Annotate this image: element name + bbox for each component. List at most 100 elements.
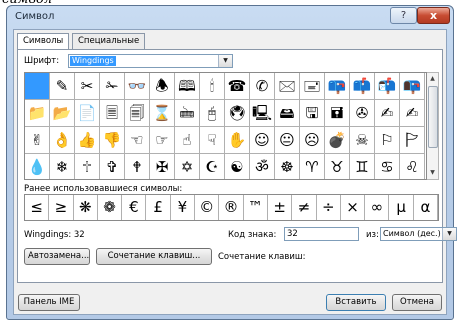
- symbol-cell[interactable]: ✎: [50, 73, 75, 100]
- ime-panel-button[interactable]: Панель IME: [18, 294, 80, 311]
- symbol-cell[interactable]: 🕭: [150, 73, 175, 100]
- symbol-cell[interactable]: 🖬: [325, 100, 350, 127]
- symbol-cell[interactable]: ☸: [275, 154, 300, 179]
- symbol-cell[interactable]: ✆: [250, 73, 275, 100]
- symbol-cell[interactable]: ♋: [375, 154, 400, 179]
- cancel-button[interactable]: Отмена: [392, 294, 442, 311]
- recent-symbol-cell[interactable]: ≤: [25, 195, 50, 220]
- symbol-cell[interactable]: ✋: [225, 127, 250, 154]
- symbol-cell[interactable]: ☟: [200, 127, 225, 154]
- recent-symbol-cell[interactable]: ❋: [74, 195, 98, 220]
- symbol-cell[interactable]: 📂: [50, 100, 75, 127]
- recent-symbol-cell[interactable]: µ: [390, 195, 414, 220]
- recent-symbol-cell[interactable]: ×: [341, 195, 366, 220]
- scroll-up-icon[interactable]: ▲: [427, 73, 438, 85]
- symbol-cell[interactable]: ✠: [150, 154, 175, 179]
- symbol-cell[interactable]: ☎: [225, 73, 250, 100]
- symbol-cell[interactable]: ॐ: [250, 154, 275, 179]
- symbol-cell[interactable]: 📫: [350, 73, 375, 100]
- recent-symbol-cell[interactable]: €: [122, 195, 147, 220]
- symbol-cell[interactable]: 🏱: [400, 127, 425, 154]
- recent-symbol-cell[interactable]: £: [147, 195, 171, 220]
- symbol-cell[interactable]: 👍: [75, 127, 100, 154]
- symbol-cell[interactable]: 👓: [125, 73, 150, 100]
- symbol-cell[interactable]: 🖳: [250, 100, 275, 127]
- symbol-cell[interactable]: ✂: [75, 73, 100, 100]
- tab-symbols[interactable]: Символы: [17, 33, 70, 50]
- symbol-cell[interactable]: 📄: [75, 100, 100, 127]
- symbol-cell-selected[interactable]: [25, 73, 50, 100]
- tab-special-chars[interactable]: Специальные знаки: [72, 33, 146, 61]
- symbol-name: Wingdings: 32: [24, 230, 85, 240]
- symbol-cell[interactable]: 💣: [325, 127, 350, 154]
- recent-symbol-cell[interactable]: ¥: [171, 195, 196, 220]
- symbol-cell[interactable]: 🕆: [75, 154, 100, 179]
- font-select[interactable]: Wingdings ▼: [68, 54, 233, 68]
- symbol-cell[interactable]: ☪: [200, 154, 225, 179]
- symbol-cell[interactable]: 🖫: [300, 100, 325, 127]
- symbol-cell[interactable]: 📪: [325, 73, 350, 100]
- symbol-cell[interactable]: ✞: [100, 154, 125, 179]
- symbol-cell[interactable]: 📁: [25, 100, 50, 127]
- char-code-input[interactable]: 32: [284, 227, 359, 241]
- symbol-cell[interactable]: ☠: [350, 127, 375, 154]
- symbol-cell[interactable]: ♈: [300, 154, 325, 179]
- symbol-cell[interactable]: ✁: [100, 73, 125, 100]
- symbol-cell[interactable]: ⌛: [150, 100, 175, 127]
- help-button[interactable]: ?: [390, 7, 417, 24]
- symbol-cell[interactable]: 🗐: [125, 100, 150, 127]
- symbol-cell[interactable]: ⚐: [375, 127, 400, 154]
- symbol-cell[interactable]: ☹: [300, 127, 325, 154]
- recent-symbol-cell[interactable]: ≥: [49, 195, 74, 220]
- symbol-cell[interactable]: 😐: [275, 127, 300, 154]
- symbol-cell[interactable]: 👌: [50, 127, 75, 154]
- symbol-cell[interactable]: ♊: [350, 154, 375, 179]
- scroll-down-icon[interactable]: ▼: [427, 167, 438, 179]
- recent-symbol-cell[interactable]: α: [414, 195, 438, 220]
- symbol-cell[interactable]: ☯: [225, 154, 250, 179]
- symbol-cell[interactable]: 🕈: [125, 154, 150, 179]
- symbol-cell[interactable]: ☝: [175, 127, 200, 154]
- symbol-cell[interactable]: 🖲: [225, 100, 250, 127]
- symbol-cell[interactable]: ♌: [400, 154, 425, 179]
- recent-symbol-cell[interactable]: ≠: [292, 195, 317, 220]
- chevron-down-icon[interactable]: ▼: [442, 228, 456, 240]
- symbol-cell[interactable]: 🖂: [275, 73, 300, 100]
- symbol-cell[interactable]: 👎: [100, 127, 125, 154]
- symbol-cell[interactable]: 🖮: [175, 100, 200, 127]
- recent-symbol-cell[interactable]: ±: [268, 195, 293, 220]
- symbol-cell[interactable]: 🕯: [200, 73, 225, 100]
- symbol-cell[interactable]: ✡: [175, 154, 200, 179]
- recent-symbol-cell[interactable]: ©: [195, 195, 220, 220]
- symbol-cell[interactable]: 🖃: [300, 73, 325, 100]
- recent-symbol-cell[interactable]: ÷: [317, 195, 341, 220]
- recent-symbol-cell[interactable]: ∞: [365, 195, 390, 220]
- symbol-cell[interactable]: ☞: [150, 127, 175, 154]
- symbol-cell[interactable]: 📭: [400, 73, 425, 100]
- symbol-cell[interactable]: ❄: [50, 154, 75, 179]
- symbol-cell[interactable]: ✇: [350, 100, 375, 127]
- symbol-cell[interactable]: 🗏: [100, 100, 125, 127]
- symbol-cell[interactable]: 🕮: [175, 73, 200, 100]
- autocorrect-button[interactable]: Автозамена...: [24, 248, 90, 265]
- insert-button[interactable]: Вставить: [326, 294, 386, 311]
- recent-symbol-cell[interactable]: ™: [244, 195, 268, 220]
- recent-symbol-cell[interactable]: ®: [219, 195, 244, 220]
- symbol-cell[interactable]: ✌: [25, 127, 50, 154]
- symbol-cell[interactable]: ✍: [375, 100, 400, 127]
- chevron-down-icon[interactable]: ▼: [218, 55, 232, 67]
- recent-symbol-cell[interactable]: ❁: [98, 195, 123, 220]
- symbol-cell[interactable]: 🖴: [275, 100, 300, 127]
- symbol-cell[interactable]: 💧: [25, 154, 50, 179]
- shortcut-key-button[interactable]: Сочетание клавиш...: [96, 248, 212, 265]
- close-button[interactable]: x: [417, 7, 450, 24]
- symbol-cell[interactable]: 🖰: [200, 100, 225, 127]
- symbol-cell[interactable]: ☺: [250, 127, 275, 154]
- symbol-cell[interactable]: ☜: [125, 127, 150, 154]
- symbol-cell[interactable]: 📬: [375, 73, 400, 100]
- encoding-select[interactable]: Символ (дес.) ▼: [380, 227, 457, 241]
- scroll-thumb[interactable]: [428, 86, 438, 148]
- symbol-grid-scrollbar[interactable]: ▲ ▼: [427, 72, 439, 180]
- symbol-cell[interactable]: ✍: [400, 100, 425, 127]
- symbol-cell[interactable]: ♉: [325, 154, 350, 179]
